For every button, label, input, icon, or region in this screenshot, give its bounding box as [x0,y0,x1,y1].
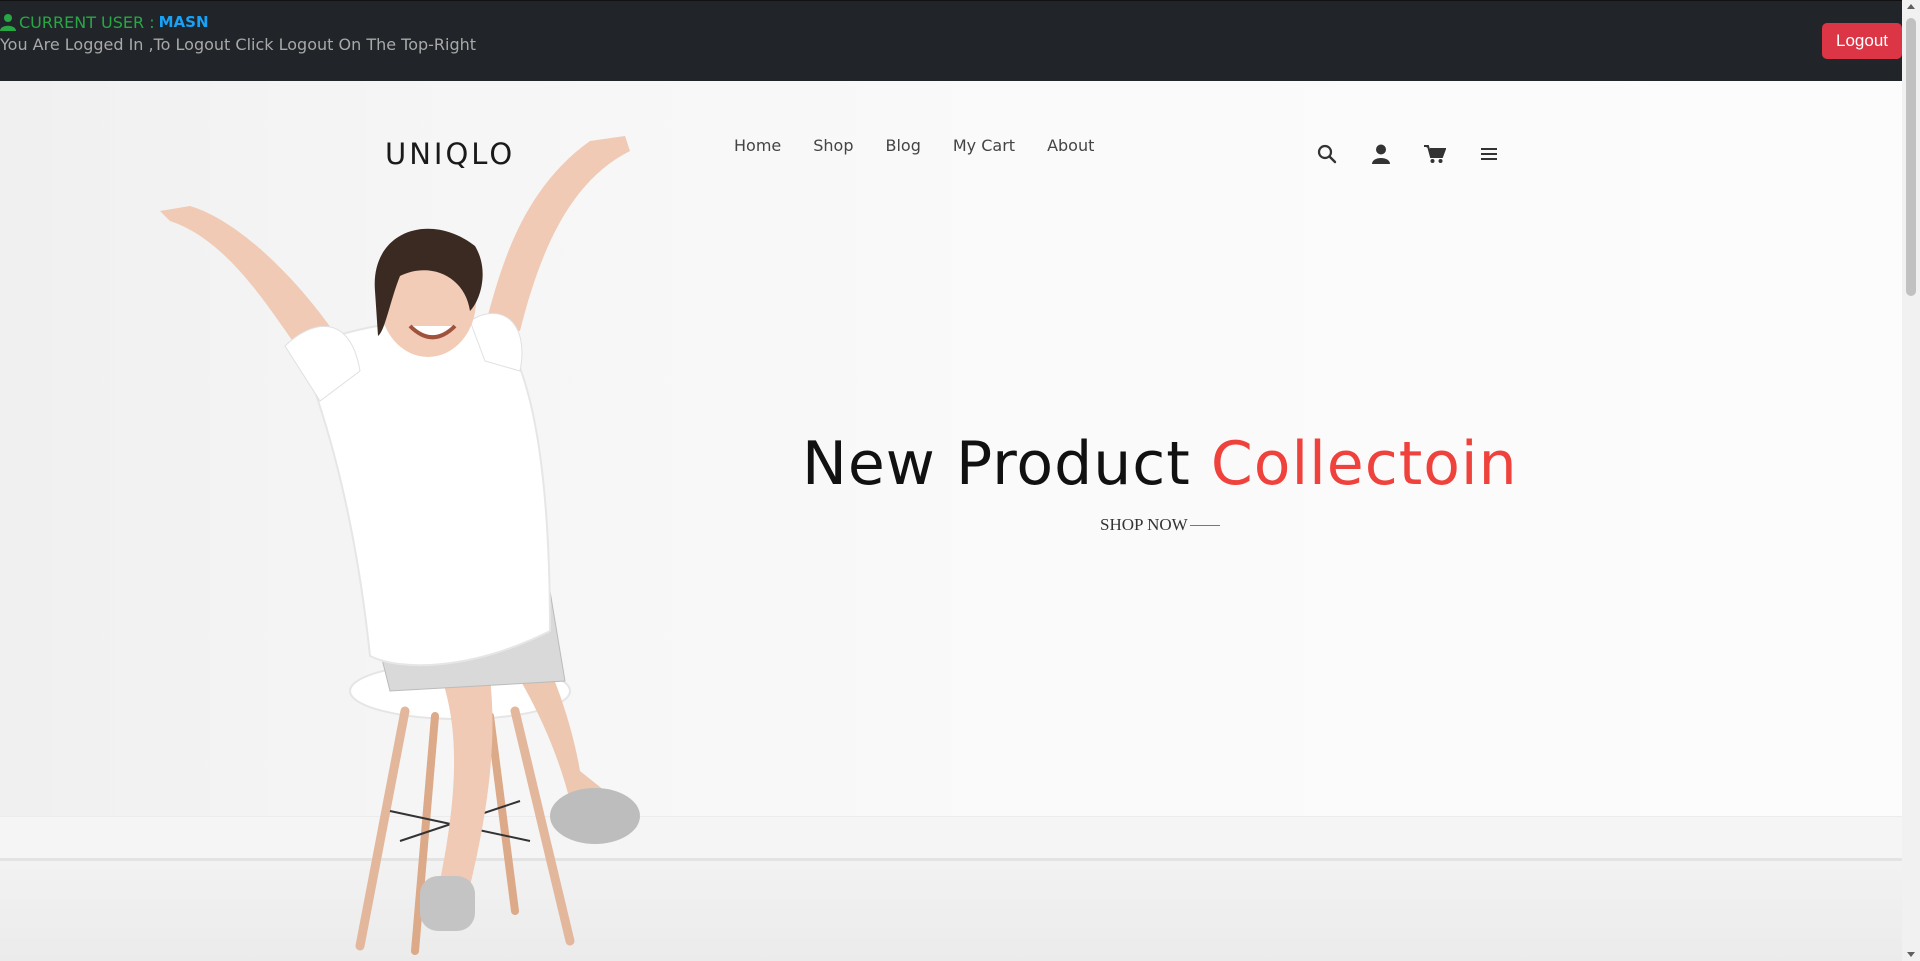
brand-logo[interactable]: UNIQLO [385,137,515,171]
hero-title-accent: Collectoin [1210,429,1518,499]
header-icons [1316,143,1532,165]
current-username: MASN [158,13,209,31]
logout-button[interactable]: Logout [1822,23,1902,59]
account-icon[interactable] [1370,143,1392,165]
nav-shop[interactable]: Shop [813,136,853,155]
nav-about[interactable]: About [1047,136,1094,155]
user-icon [0,13,16,31]
main-nav: Home Shop Blog My Cart About [734,136,1126,155]
scroll-down-icon[interactable] [1907,952,1915,957]
scroll-up-icon[interactable] [1907,4,1915,9]
cart-icon[interactable] [1424,143,1446,165]
hero-title-main: New Product [802,429,1191,499]
shop-now-dash [1189,524,1220,526]
user-status-bar: CURRENT USER : MASN You Are Logged In ,T… [0,0,1902,82]
search-icon[interactable] [1316,143,1338,165]
logged-in-message: You Are Logged In ,To Logout Click Logou… [0,35,477,54]
nav-blog[interactable]: Blog [886,136,921,155]
hero-title: New Product Collectoin [802,429,1518,499]
current-user-label: CURRENT USER : [19,12,155,32]
current-user-line: CURRENT USER : MASN [0,11,209,33]
page-scrollbar[interactable] [1902,0,1920,961]
nav-my-cart[interactable]: My Cart [953,136,1015,155]
nav-home[interactable]: Home [734,136,781,155]
hero-banner: UNIQLO Home Shop Blog My Cart About New … [0,81,1902,961]
model-illustration [160,136,640,955]
shop-now-link[interactable]: SHOP NOW [1100,515,1220,535]
scrollbar-thumb[interactable] [1906,18,1916,296]
menu-icon[interactable] [1478,143,1500,165]
shop-now-label: SHOP NOW [1100,515,1188,534]
